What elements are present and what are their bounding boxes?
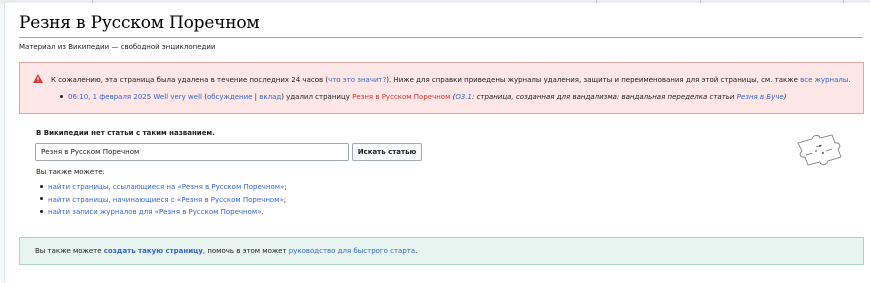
list-bullet	[60, 94, 63, 98]
user-talk-link[interactable]: обсуждение	[207, 93, 252, 101]
deleted-page-redlink[interactable]: Резня в Русском Поречном	[352, 93, 450, 101]
list-item: найти страницы, ссылающиеся на «Резня в …	[40, 183, 287, 196]
title-divider	[19, 37, 863, 38]
user-link[interactable]: Well very well	[153, 93, 202, 101]
all-logs-link[interactable]: все журналы	[800, 76, 848, 84]
quick-start-guide-link[interactable]: руководство для быстрого старта	[289, 247, 415, 255]
list-bullet	[40, 209, 43, 213]
log-timestamp-link[interactable]: 06:10, 1 февраля 2025	[68, 93, 151, 101]
user-contrib-link[interactable]: вклад	[259, 93, 281, 101]
content-area: Резня в Русском Поречном Материал из Вик…	[4, 3, 870, 283]
create-notice-text: Вы также можете создать такую страницу, …	[35, 247, 418, 255]
warning-icon	[33, 74, 43, 83]
prefix-index-link[interactable]: найти страницы, начинающиеся с «Резня в …	[48, 196, 284, 204]
page-title: Резня в Русском Поречном	[19, 13, 260, 33]
log-search-link[interactable]: найти записи журналов для «Резня в Русск…	[48, 208, 261, 216]
list-bullet	[40, 184, 43, 188]
list-bullet	[40, 197, 43, 200]
deletion-log-entry: 06:10, 1 февраля 2025 Well very well (об…	[60, 93, 786, 101]
deleted-notice-text: К сожалению, эта страница была удалена в…	[51, 76, 851, 84]
puzzle-globe-icon	[797, 134, 842, 166]
search-input[interactable]	[35, 143, 349, 161]
deletion-criterion-link[interactable]: О3.1	[455, 93, 472, 101]
search-article-button[interactable]: Искать статью	[352, 143, 422, 161]
list-item: найти записи журналов для «Резня в Русск…	[40, 208, 287, 221]
also-can-list: найти страницы, ссылающиеся на «Резня в …	[40, 183, 287, 221]
also-can-label: Вы также можете:	[36, 168, 105, 176]
list-item: найти страницы, начинающиеся с «Резня в …	[40, 196, 287, 209]
site-tagline: Материал из Википедии — свободной энцикл…	[19, 43, 216, 51]
create-page-notice: Вы также можете создать такую страницу, …	[19, 237, 864, 265]
no-article-heading: В Википедии нет статьи с таким названием…	[36, 129, 215, 137]
what-links-here-link[interactable]: найти страницы, ссылающиеся на «Резня в …	[48, 183, 284, 191]
deleted-page-notice: К сожалению, эта страница была удалена в…	[19, 62, 864, 114]
related-article-link[interactable]: Резня в Буче	[737, 93, 784, 101]
what-does-this-mean-link[interactable]: что это значит?	[328, 76, 386, 84]
create-page-link[interactable]: создать такую страницу	[104, 247, 203, 255]
